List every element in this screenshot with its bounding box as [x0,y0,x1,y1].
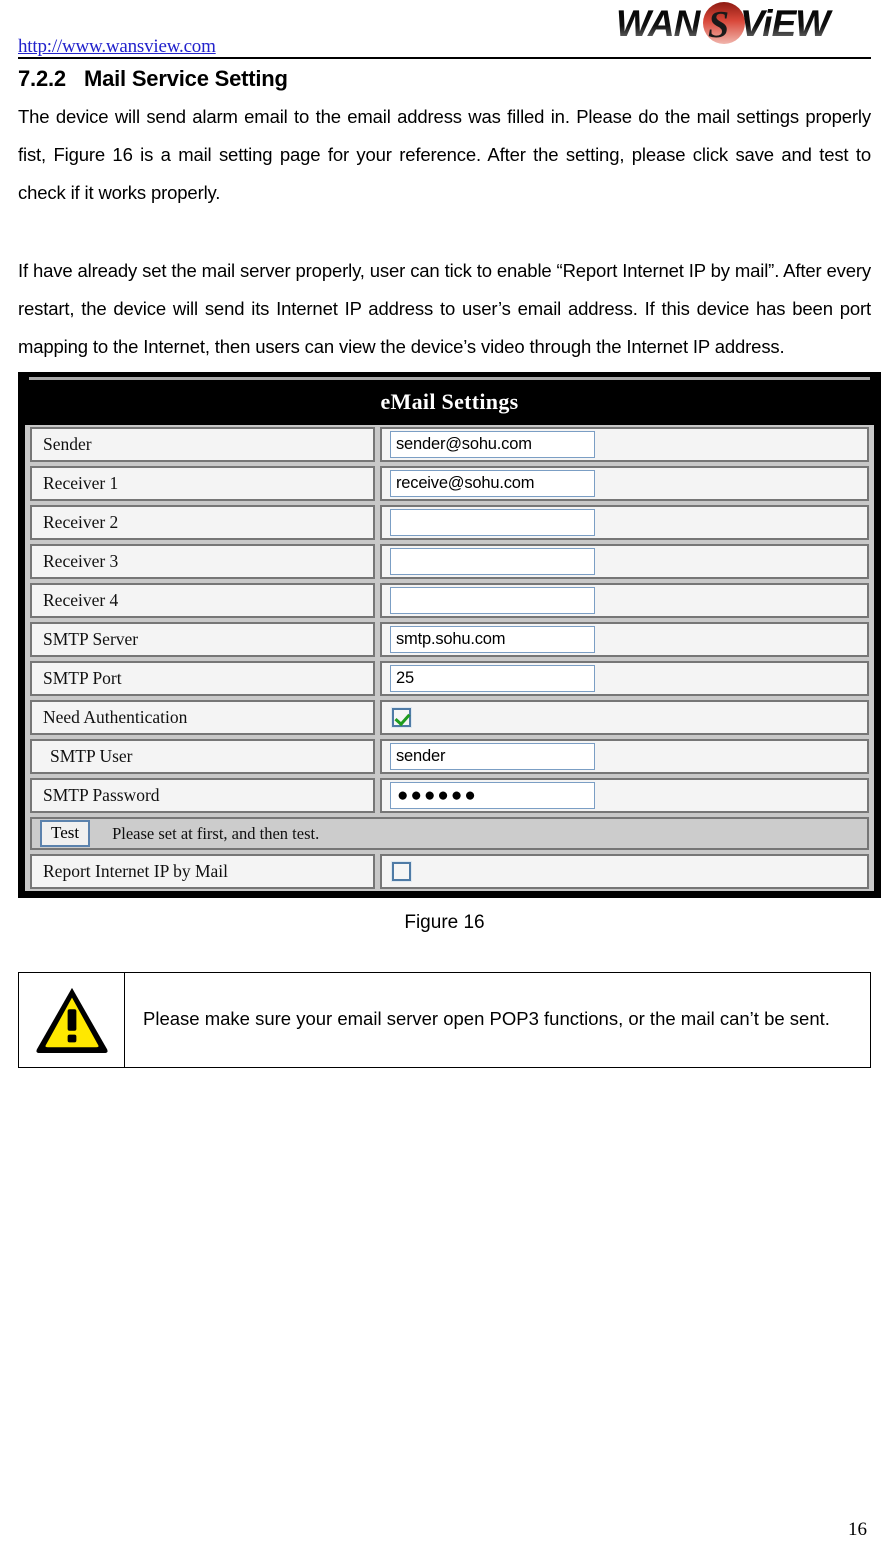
svg-text:ViEW: ViEW [740,3,833,44]
paragraph-intro: The device will send alarm email to the … [18,106,871,203]
table-row: Sender sender@sohu.com [25,425,874,464]
page-header: http://www.wansview.com WAN S ViEW [10,0,879,59]
warning-text: Please make sure your email server open … [124,972,871,1068]
figure-16-image: eMail Settings Sender sender@sohu.com Re… [18,372,881,898]
panel-title: eMail Settings [25,382,874,425]
test-hint-text: Please set at first, and then test. [112,823,320,843]
document-page: http://www.wansview.com WAN S ViEW 7.2.2… [0,0,889,1553]
table-row: Receiver 3 [25,542,874,581]
receiver-3-input[interactable] [390,548,595,575]
row-field: smtp.sohu.com [380,622,869,657]
table-row: SMTP Port 25 [25,659,874,698]
table-row: Receiver 2 [25,503,874,542]
need-authentication-checkbox[interactable] [392,708,411,727]
settings-rows: Sender sender@sohu.com Receiver 1 receiv… [25,425,874,891]
wansview-logo: WAN S ViEW [616,2,871,48]
site-url-link[interactable]: http://www.wansview.com [18,36,216,58]
row-field [380,583,869,618]
row-label: Receiver 2 [30,505,375,540]
email-settings-panel: eMail Settings Sender sender@sohu.com Re… [18,372,881,898]
smtp-password-input[interactable]: ●●●●●● [390,782,595,809]
page-title: 7.2.2 Mail Service Setting [18,66,879,92]
warning-triangle-icon [19,985,124,1055]
panel-top-bar [29,375,870,382]
sender-input[interactable]: sender@sohu.com [390,431,595,458]
receiver-1-input[interactable]: receive@sohu.com [390,470,595,497]
row-label: Receiver 1 [30,466,375,501]
table-row: SMTP Server smtp.sohu.com [25,620,874,659]
row-field [380,505,869,540]
section-number: 7.2.2 [18,66,66,91]
row-field [380,700,869,735]
row-field [380,544,869,579]
test-row: Test Please set at first, and then test. [25,815,874,852]
table-row: Report Internet IP by Mail [25,852,874,891]
row-field: receive@sohu.com [380,466,869,501]
row-label: Need Authentication [30,700,375,735]
row-label: Sender [30,427,375,462]
receiver-4-input[interactable] [390,587,595,614]
row-label: SMTP Server [30,622,375,657]
svg-text:S: S [708,4,729,46]
table-row: Receiver 1 receive@sohu.com [25,464,874,503]
smtp-port-input[interactable]: 25 [390,665,595,692]
figure-caption: Figure 16 [404,912,485,933]
row-field: sender [380,739,869,774]
receiver-2-input[interactable] [390,509,595,536]
table-row: SMTP Password ●●●●●● [25,776,874,815]
page-number: 16 [848,1519,867,1540]
row-field: 25 [380,661,869,696]
test-row-inner: Test Please set at first, and then test. [30,817,869,850]
smtp-server-input[interactable]: smtp.sohu.com [390,626,595,653]
row-label: SMTP Port [30,661,375,696]
row-label: SMTP Password [30,778,375,813]
smtp-user-input[interactable]: sender [390,743,595,770]
row-label: Receiver 3 [30,544,375,579]
row-label: SMTP User [30,739,375,774]
svg-text:WAN: WAN [616,3,702,44]
warning-note: Please make sure your email server open … [18,972,871,1068]
row-label: Receiver 4 [30,583,375,618]
table-row: Need Authentication [25,698,874,737]
row-field: ●●●●●● [380,778,869,813]
table-row: SMTP User sender [25,737,874,776]
row-label: Report Internet IP by Mail [30,854,375,889]
paragraph-report-ip: If have already set the mail server prop… [18,260,871,357]
report-internet-ip-checkbox[interactable] [392,862,411,881]
section-title: Mail Service Setting [83,66,288,91]
row-field: sender@sohu.com [380,427,869,462]
test-button[interactable]: Test [40,820,91,847]
row-field [380,854,869,889]
header-divider [18,57,871,59]
warning-icon-cell [18,972,125,1068]
table-row: Receiver 4 [25,581,874,620]
